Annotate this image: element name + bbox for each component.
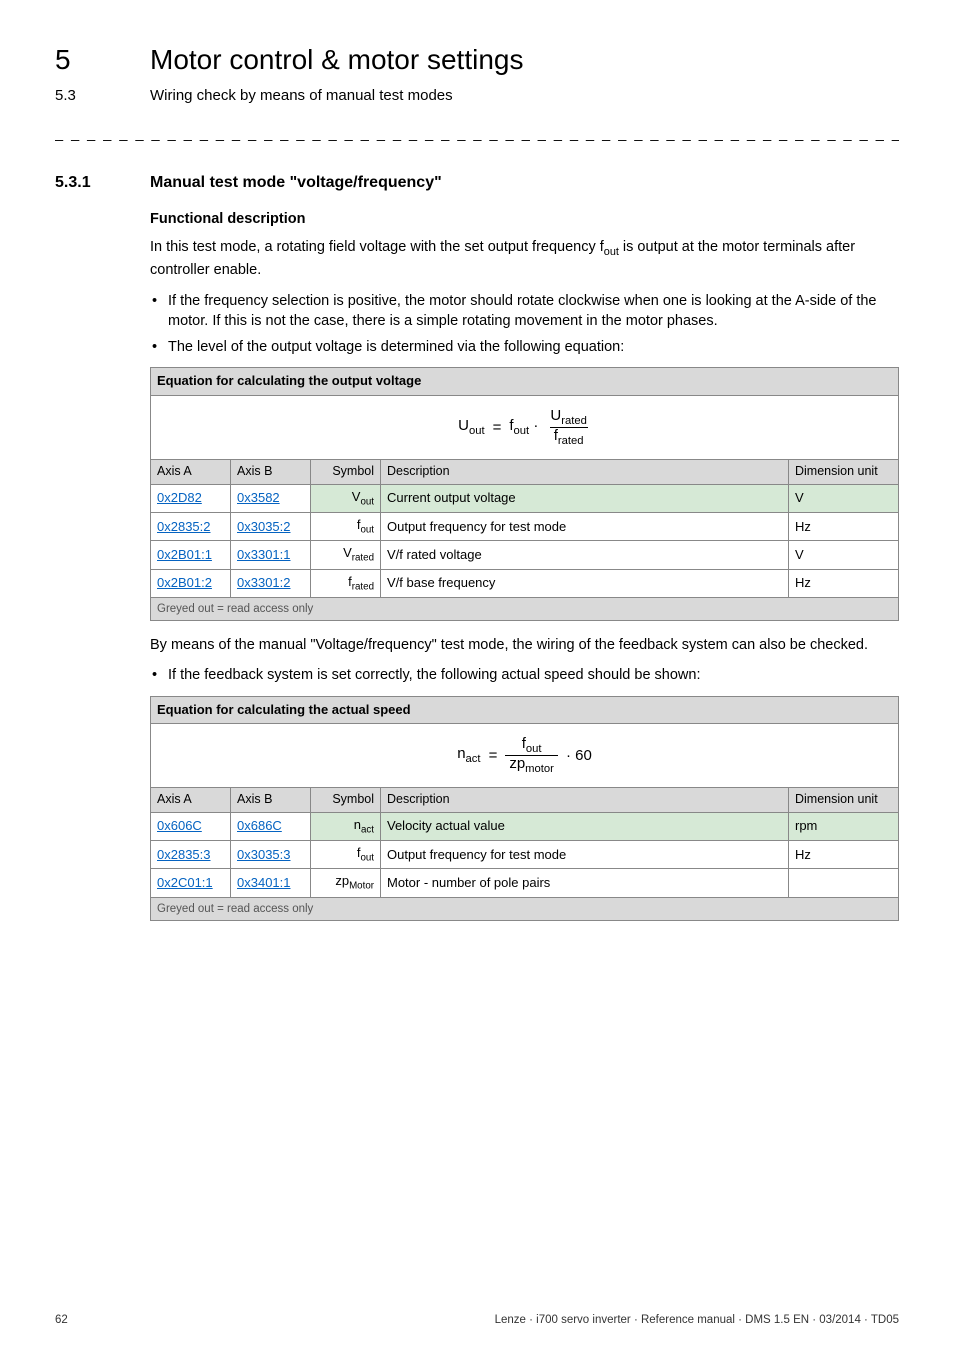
symbol: nact (311, 812, 381, 840)
unit: Hz (789, 841, 899, 869)
subsection-header: 5.3.1 Manual test mode "voltage/frequenc… (55, 172, 899, 194)
section-title: Wiring check by means of manual test mod… (150, 85, 453, 106)
symbol: Vrated (311, 541, 381, 569)
symbol: frated (311, 569, 381, 597)
mid-paragraph: By means of the manual "Voltage/frequenc… (150, 635, 899, 655)
equation-table-speed: Equation for calculating the actual spee… (150, 696, 899, 921)
bullet-list: If the feedback system is set correctly,… (150, 665, 899, 685)
desc: Current output voltage (381, 484, 789, 512)
table-row: 0x2C01:1 0x3401:1 zpMotor Motor - number… (151, 869, 899, 897)
table-footnote: Greyed out = read access only (151, 597, 899, 620)
symbol: Vout (311, 484, 381, 512)
bullet-list: If the frequency selection is positive, … (150, 291, 899, 358)
eq-den: zpmotor (505, 755, 558, 775)
list-item: The level of the output voltage is deter… (168, 337, 899, 357)
table-row: 0x2835:2 0x3035:2 fout Output frequency … (151, 513, 899, 541)
desc: V/f rated voltage (381, 541, 789, 569)
unit (789, 869, 899, 897)
eq-mid: fout · (509, 415, 538, 440)
param-link[interactable]: 0x2D82 (157, 490, 202, 505)
equation-table-voltage: Equation for calculating the output volt… (150, 367, 899, 620)
list-item: If the frequency selection is positive, … (168, 291, 899, 332)
desc: Output frequency for test mode (381, 841, 789, 869)
param-link[interactable]: 0x3401:1 (237, 875, 291, 890)
unit: rpm (789, 812, 899, 840)
param-link[interactable]: 0x3035:3 (237, 847, 291, 862)
param-link[interactable]: 0x686C (237, 818, 282, 833)
chapter-number: 5 (55, 40, 150, 79)
col-header: Dimension unit (789, 460, 899, 485)
param-link[interactable]: 0x2C01:1 (157, 875, 213, 890)
text: In this test mode, a rotating field volt… (150, 239, 604, 255)
functional-description-label: Functional description (150, 209, 899, 229)
eq-lhs: Uout (458, 415, 484, 440)
unit: V (789, 484, 899, 512)
eq-den: frated (550, 427, 588, 447)
section-number: 5.3 (55, 85, 150, 106)
table-row: 0x606C 0x686C nact Velocity actual value… (151, 812, 899, 840)
eq-num: Urated (546, 408, 591, 427)
subsection-number: 5.3.1 (55, 172, 150, 194)
col-header: Axis A (151, 460, 231, 485)
desc: V/f base frequency (381, 569, 789, 597)
col-header: Dimension unit (789, 788, 899, 813)
param-link[interactable]: 0x3582 (237, 490, 280, 505)
eq-op: = (489, 745, 498, 766)
symbol: fout (311, 513, 381, 541)
desc: Output frequency for test mode (381, 513, 789, 541)
equation-cell: nact = fout zpmotor · 60 (151, 723, 899, 788)
eq-lhs: nact (457, 743, 480, 768)
desc: Velocity actual value (381, 812, 789, 840)
table-footnote: Greyed out = read access only (151, 897, 899, 920)
subsection-title: Manual test mode "voltage/frequency" (150, 172, 442, 194)
col-header: Axis B (231, 788, 311, 813)
text: out (604, 246, 619, 258)
unit: Hz (789, 569, 899, 597)
param-link[interactable]: 0x2B01:2 (157, 575, 212, 590)
eq-fraction: Urated frated (546, 408, 591, 448)
table-row: 0x2D82 0x3582 Vout Current output voltag… (151, 484, 899, 512)
eq-op: = (493, 417, 502, 438)
col-header: Description (381, 460, 789, 485)
table-row: 0x2B01:2 0x3301:2 frated V/f base freque… (151, 569, 899, 597)
col-header: Symbol (311, 460, 381, 485)
eq-tail: · 60 (566, 745, 592, 766)
param-link[interactable]: 0x3301:2 (237, 575, 291, 590)
page-footer: 62 Lenze · i700 servo inverter · Referen… (55, 1312, 899, 1328)
param-link[interactable]: 0x2835:3 (157, 847, 211, 862)
table-row: 0x2835:3 0x3035:3 fout Output frequency … (151, 841, 899, 869)
eq-fraction: fout zpmotor (505, 736, 558, 776)
param-link[interactable]: 0x2B01:1 (157, 547, 212, 562)
symbol: zpMotor (311, 869, 381, 897)
col-header: Symbol (311, 788, 381, 813)
symbol: fout (311, 841, 381, 869)
col-header: Axis B (231, 460, 311, 485)
intro-paragraph: In this test mode, a rotating field volt… (150, 237, 899, 280)
footer-info: Lenze · i700 servo inverter · Reference … (495, 1312, 899, 1328)
unit: V (789, 541, 899, 569)
page-number: 62 (55, 1312, 68, 1328)
chapter-title: Motor control & motor settings (150, 40, 523, 79)
table-row: 0x2B01:1 0x3301:1 Vrated V/f rated volta… (151, 541, 899, 569)
unit: Hz (789, 513, 899, 541)
param-link[interactable]: 0x3035:2 (237, 519, 291, 534)
divider: _ _ _ _ _ _ _ _ _ _ _ _ _ _ _ _ _ _ _ _ … (55, 124, 899, 144)
param-link[interactable]: 0x3301:1 (237, 547, 291, 562)
param-link[interactable]: 0x2835:2 (157, 519, 211, 534)
param-link[interactable]: 0x606C (157, 818, 202, 833)
chapter-header: 5 Motor control & motor settings 5.3 Wir… (55, 40, 899, 106)
col-header: Description (381, 788, 789, 813)
eq-num: fout (518, 736, 546, 755)
equation-cell: Uout = fout · Urated frated (151, 395, 899, 460)
table-title: Equation for calculating the output volt… (151, 368, 899, 395)
desc: Motor - number of pole pairs (381, 869, 789, 897)
table-title: Equation for calculating the actual spee… (151, 696, 899, 723)
list-item: If the feedback system is set correctly,… (168, 665, 899, 685)
col-header: Axis A (151, 788, 231, 813)
